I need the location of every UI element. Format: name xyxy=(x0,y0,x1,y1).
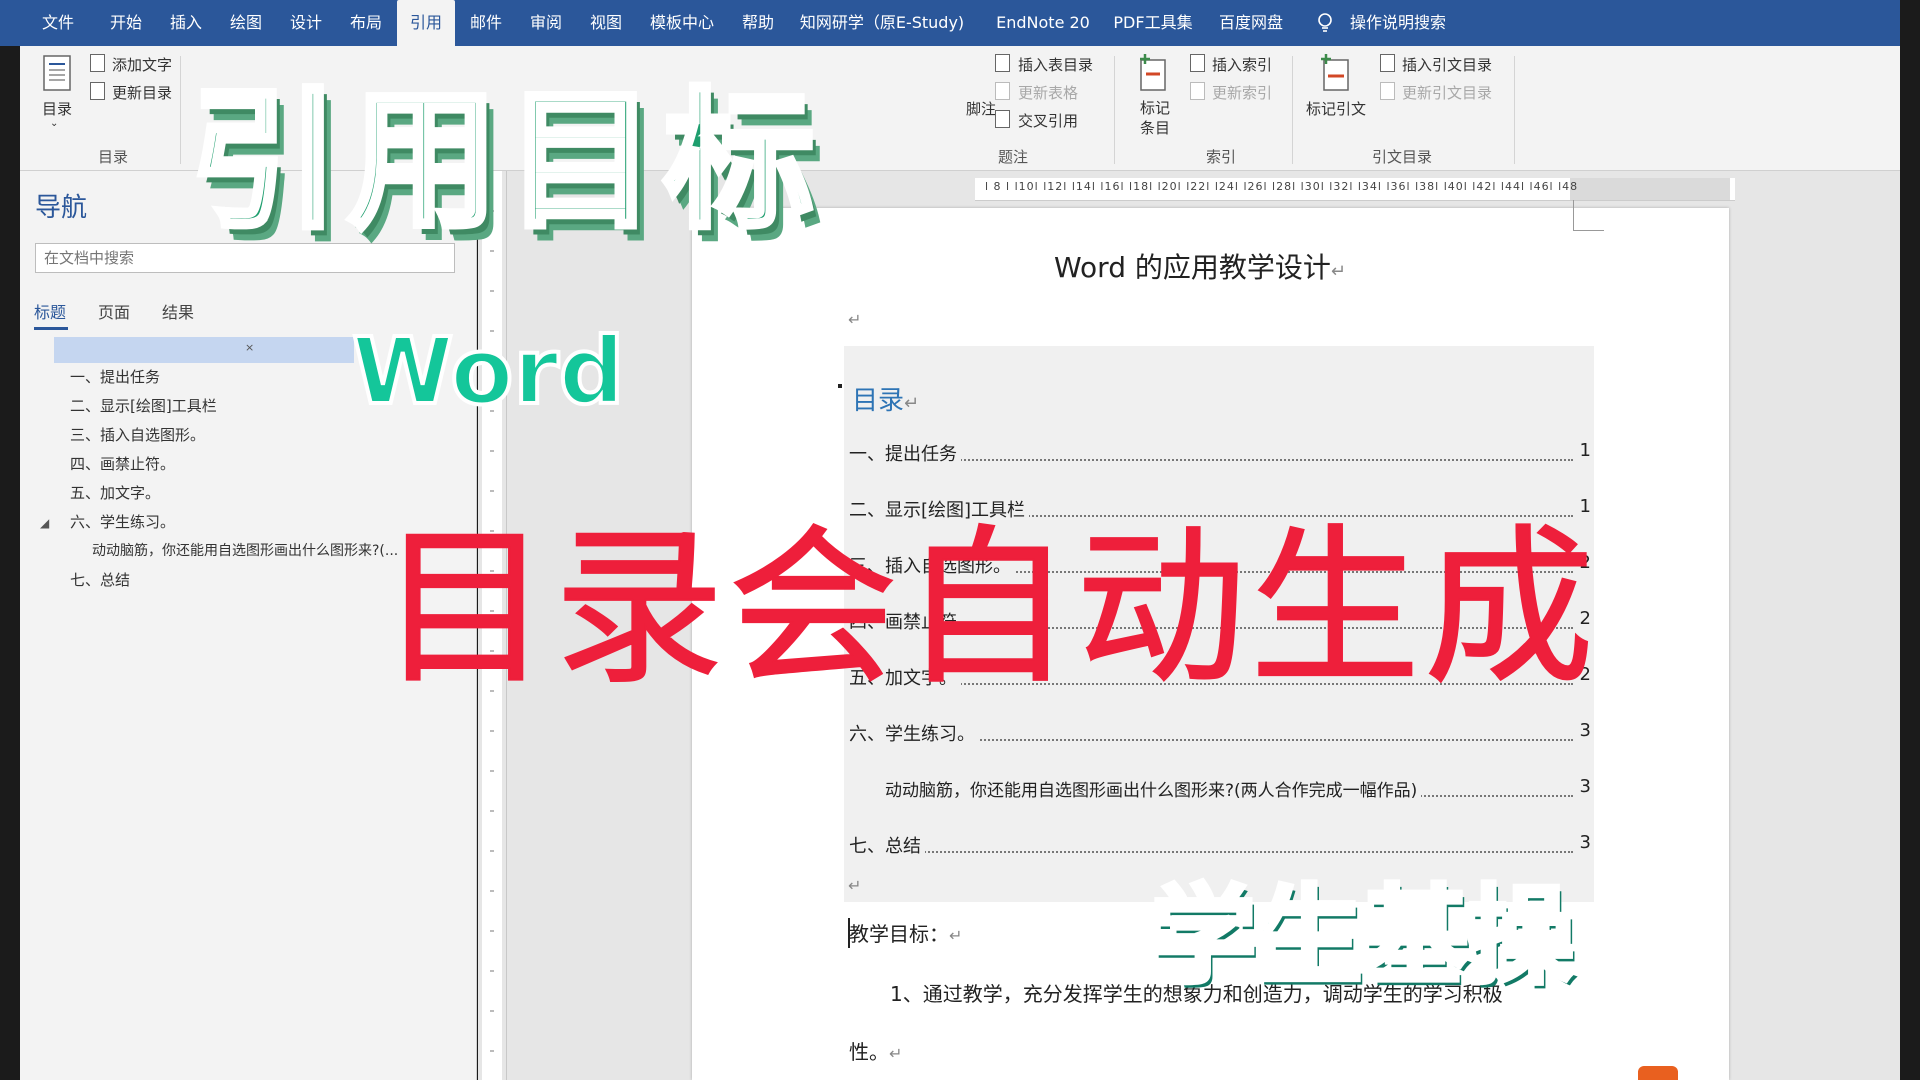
ribbon-separator xyxy=(1114,56,1115,164)
group-label-captions: 题注 xyxy=(998,148,1029,166)
paragraph-mark: ↵ xyxy=(848,310,862,329)
insert-table-of-figures-button[interactable]: 插入表目录 xyxy=(1018,54,1093,75)
collapse-triangle-icon[interactable]: ◢ xyxy=(40,516,49,530)
document-title[interactable]: Word 的应用教学设计↵ xyxy=(1054,246,1346,286)
nav-tab-headings[interactable]: 标题 xyxy=(34,299,66,323)
nav-subheading-item[interactable]: 动动脑筋，你还能用自选图形画出什么图形来?(... xyxy=(92,540,398,560)
tab-pdf-tools[interactable]: PDF工具集 xyxy=(1112,0,1194,46)
update-table-icon xyxy=(995,82,1010,100)
paragraph-mark: ↵ xyxy=(1330,261,1346,282)
nav-selected-heading[interactable] xyxy=(54,337,354,363)
toc-entry-label: 六、学生练习。 xyxy=(849,720,979,746)
toc-button[interactable]: 目录 xyxy=(42,98,72,119)
toc-heading[interactable]: 目录↵ xyxy=(852,380,919,417)
lightbulb-icon xyxy=(1318,13,1332,32)
nav-heading-item[interactable]: 五、加文字。 xyxy=(70,482,160,503)
tab-endnote[interactable]: EndNote 20 xyxy=(993,0,1093,46)
body-text-line[interactable]: 性。↵ xyxy=(849,1036,902,1065)
caption-auto-generate: 目录会自动生成 xyxy=(379,509,1599,709)
ribbon-separator xyxy=(1292,56,1293,164)
cross-reference-icon xyxy=(995,110,1010,128)
toc-entry-page: 1 xyxy=(1576,440,1591,461)
paragraph-mark: ↵ xyxy=(904,393,920,414)
toc-entry-label: 动动脑筋，你还能用自选图形画出什么图形来?(两人合作完成一幅作品) xyxy=(885,776,1422,801)
toc-entry-label: 七、总结 xyxy=(849,832,925,858)
group-label-toc: 目录 xyxy=(98,148,129,166)
horizontal-ruler-margin xyxy=(1570,178,1730,200)
toc-entry[interactable]: 动动脑筋，你还能用自选图形画出什么图形来?(两人合作完成一幅作品) 3 xyxy=(885,776,1591,804)
tab-file[interactable]: 文件 xyxy=(38,0,78,46)
caption-word-logo: Word xyxy=(350,316,627,427)
app-badge-icon xyxy=(1638,1066,1678,1080)
update-toa-button[interactable]: 更新引文目录 xyxy=(1402,82,1492,103)
nav-tab-indicator xyxy=(34,327,68,330)
nav-tab-pages[interactable]: 页面 xyxy=(98,299,130,323)
add-text-icon xyxy=(90,54,105,72)
chevron-down-icon[interactable]: ⌄ xyxy=(50,118,58,129)
nav-title: 导航 xyxy=(35,193,88,223)
group-label-index: 索引 xyxy=(1206,148,1237,166)
toc-entry[interactable]: 一、提出任务 1 xyxy=(849,440,1591,468)
add-text-button[interactable]: 添加文字 xyxy=(112,54,172,75)
toc-entry-label: 一、提出任务 xyxy=(849,440,961,466)
document-title-text: Word 的应用教学设计 xyxy=(1054,251,1331,284)
mark-entry-icon xyxy=(1140,54,1166,91)
tab-home[interactable]: 开始 xyxy=(106,0,146,46)
insert-toa-icon xyxy=(1380,54,1395,72)
mark-citation-button[interactable]: 标记引文 xyxy=(1306,98,1366,119)
toc-entry-page: 3 xyxy=(1576,720,1591,741)
update-toa-icon xyxy=(1380,82,1395,100)
body-text-line-end: 性。 xyxy=(849,1040,889,1064)
tab-baidu-netdisk[interactable]: 百度网盘 xyxy=(1216,0,1286,46)
tab-cnki-estudy[interactable]: 知网研学（原E-Study) xyxy=(798,0,966,46)
update-index-button[interactable]: 更新索引 xyxy=(1212,82,1272,103)
update-toc-button[interactable]: 更新目录 xyxy=(112,82,172,103)
objectives-heading[interactable]: 教学目标：↵ xyxy=(849,918,962,947)
table-of-contents-icon xyxy=(43,55,71,91)
paragraph-mark: ↵ xyxy=(949,926,963,945)
nav-heading-item[interactable]: 三、插入自选图形。 xyxy=(70,424,205,445)
nav-heading-item[interactable]: 六、学生练习。 xyxy=(70,511,175,532)
mark-citation-icon xyxy=(1321,54,1349,91)
paragraph-mark: ↵ xyxy=(848,876,862,895)
nav-tab-results[interactable]: 结果 xyxy=(162,299,194,323)
toc-heading-text: 目录 xyxy=(852,386,905,416)
nav-heading-item[interactable]: 二、显示[绘图]工具栏 xyxy=(70,395,217,416)
horizontal-ruler-scale: l 8 l l10l l12l l14l l16l l18l l20l l22l… xyxy=(985,180,1579,193)
nav-heading-item[interactable]: 四、画禁止符。 xyxy=(70,453,175,474)
mark-entry-button[interactable]: 标记条目 xyxy=(1140,98,1170,138)
insert-index-icon xyxy=(1190,54,1205,72)
page-margin-corner xyxy=(1573,200,1604,231)
anchor-marker xyxy=(838,384,842,388)
insert-index-button[interactable]: 插入索引 xyxy=(1212,54,1272,75)
toc-entry-page: 3 xyxy=(1576,776,1591,797)
update-table-button[interactable]: 更新表格 xyxy=(1018,82,1078,103)
toc-entry-page: 3 xyxy=(1576,832,1591,853)
insert-table-of-figures-icon xyxy=(995,54,1010,72)
update-index-icon xyxy=(1190,82,1205,100)
ribbon-separator xyxy=(1514,56,1515,164)
cross-reference-button[interactable]: 交叉引用 xyxy=(1018,110,1078,131)
caption-student-basics: 学生基操 xyxy=(1148,873,1577,1001)
nav-heading-item[interactable]: 一、提出任务 xyxy=(70,366,160,387)
ribbon-separator xyxy=(180,56,181,164)
group-label-toa: 引文目录 xyxy=(1372,148,1433,166)
close-icon[interactable]: × xyxy=(245,341,254,354)
objectives-heading-text: 教学目标： xyxy=(849,922,949,946)
paragraph-mark: ↵ xyxy=(889,1044,903,1063)
tell-me-search[interactable]: 操作说明搜索 xyxy=(1350,0,1446,46)
update-toc-icon xyxy=(90,82,105,100)
nav-heading-item[interactable]: 七、总结 xyxy=(70,569,130,590)
footnote-fragment[interactable]: 脚注 xyxy=(966,98,996,119)
caption-main-title: 引用目标 xyxy=(187,72,823,252)
toc-entry[interactable]: 六、学生练习。 3 xyxy=(849,720,1591,748)
insert-toa-button[interactable]: 插入引文目录 xyxy=(1402,54,1492,75)
